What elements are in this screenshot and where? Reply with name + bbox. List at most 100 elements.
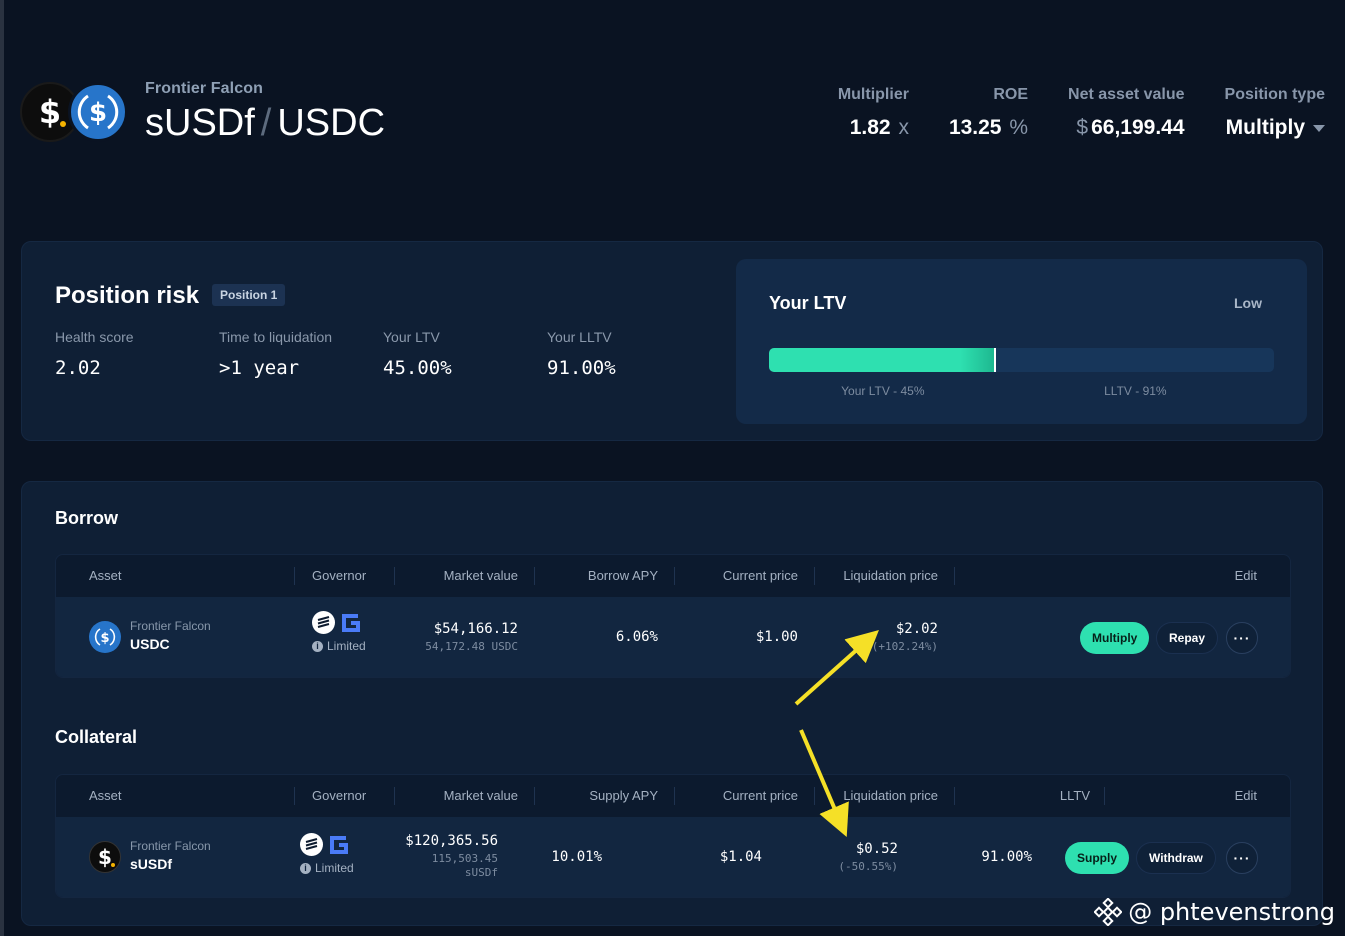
metric-time-to-liquidation: Time to liquidation >1 year — [219, 329, 383, 379]
nav-currency: $ — [1076, 116, 1089, 139]
ltv-marker-label: Your LTV - 45% — [841, 384, 925, 398]
governor-stripes-icon — [312, 611, 335, 634]
multiplier-number: 1.82 — [849, 116, 891, 139]
borrow-section-title: Borrow — [55, 508, 118, 528]
governor-stripes-icon — [300, 833, 323, 856]
asset-name: sUSDf — [130, 856, 173, 872]
multiplier-unit: x — [898, 116, 909, 139]
col-liquidation-price: Liquidation price — [843, 568, 938, 583]
position-type-dropdown[interactable]: Multiply — [1225, 116, 1325, 140]
table-row: $ Frontier Falcon sUSDf i Limited $120,3… — [56, 817, 1290, 897]
watermark: @ phtevenstrong — [1094, 898, 1335, 926]
governor-g-icon — [339, 611, 362, 634]
metric-your-ltv: Your LTV 45.00% — [383, 329, 547, 379]
svg-text:$: $ — [39, 93, 61, 131]
header-divider — [394, 567, 395, 585]
multiply-button[interactable]: Multiply — [1080, 622, 1150, 654]
header-divider — [294, 567, 295, 585]
more-options-button[interactable]: ··· — [1226, 842, 1258, 874]
roe-number: 13.25 — [948, 116, 1002, 139]
liquidation-price-cell: $0.52 (-50.55%) — [838, 841, 898, 873]
metric-label: Health score — [55, 329, 134, 345]
collateral-table: Asset Governor Market value Supply APY C… — [55, 774, 1291, 898]
governor-cell: i Limited — [312, 611, 366, 653]
stat-roe: ROE 13.25 % — [949, 86, 1028, 140]
watermark-handle: @ phtevenstrong — [1128, 898, 1335, 926]
header-divider — [674, 567, 675, 585]
position-risk-title: Position risk — [55, 282, 200, 309]
position-risk-card: Position risk Position 1 Health score 2.… — [21, 241, 1323, 441]
header-divider — [294, 787, 295, 805]
withdraw-button[interactable]: Withdraw — [1136, 842, 1216, 874]
current-price-value: $1.00 — [755, 629, 798, 645]
stat-multiplier-value: 1.82 x — [838, 116, 909, 140]
supply-apy-value: 10.01% — [551, 849, 602, 865]
pair-separator: / — [260, 102, 272, 144]
liquidation-change: (+102.24%) — [871, 640, 938, 653]
stat-roe-value: 13.25 % — [949, 116, 1028, 140]
governor-cell: i Limited — [300, 833, 354, 875]
col-edit: Edit — [1234, 568, 1257, 583]
pair-title-block: Frontier Falcon sUSDf / USDC — [145, 80, 385, 144]
liquidation-change: (-50.55%) — [838, 860, 898, 873]
stat-roe-label: ROE — [993, 86, 1029, 103]
col-current-price: Current price — [722, 788, 798, 803]
governor-status: i Limited — [312, 639, 366, 653]
repay-button[interactable]: Repay — [1156, 622, 1219, 654]
col-market-value: Market value — [443, 568, 518, 583]
roe-unit: % — [1009, 116, 1029, 139]
governor-status-text: Limited — [315, 861, 354, 875]
usdc-icon: $ — [89, 621, 121, 653]
col-current-price: Current price — [722, 568, 798, 583]
metric-value: 2.02 — [55, 357, 101, 379]
liquidation-price: $2.02 — [895, 621, 938, 637]
governor-icons — [312, 611, 366, 634]
supply-button[interactable]: Supply — [1065, 842, 1130, 874]
metric-value: 91.00% — [547, 357, 616, 379]
ltv-progress-bar — [769, 348, 1274, 372]
ltv-risk-level: Low — [1234, 295, 1262, 311]
stat-nav-label: Net asset value — [1068, 86, 1185, 103]
borrow-apy-value: 6.06% — [615, 629, 658, 645]
col-supply-apy: Supply APY — [589, 788, 658, 803]
col-asset: Asset — [89, 788, 122, 803]
liquidation-price-cell: $2.02 (+102.24%) — [872, 621, 938, 653]
more-options-button[interactable]: ··· — [1226, 622, 1258, 654]
protocol-name: Frontier Falcon — [145, 80, 263, 97]
positions-card: Borrow Asset Governor Market value Borro… — [21, 481, 1323, 926]
header-divider — [954, 567, 955, 585]
header-divider — [814, 787, 815, 805]
header-divider — [954, 787, 955, 805]
governor-g-icon — [327, 833, 350, 856]
usdc-logo-icon: $ — [68, 82, 128, 142]
pair-quote: USDC — [277, 102, 386, 144]
market-header: $ $ Frontier Falcon sUSDf / USDC Multiplie… — [20, 80, 1325, 150]
svg-text:$: $ — [89, 98, 107, 128]
header-divider — [534, 567, 535, 585]
chevron-down-icon — [1313, 124, 1325, 132]
market-value-cell: $54,166.12 54,172.48 USDC — [425, 621, 518, 653]
market-value-unit: sUSDf — [464, 866, 498, 879]
col-market-value: Market value — [443, 788, 518, 803]
pair-title: sUSDf / USDC — [145, 102, 385, 144]
asset-name: USDC — [130, 636, 170, 652]
governor-icons — [300, 833, 354, 856]
ltv-panel: Your LTV Low Your LTV - 45% LLTV - 91% — [736, 259, 1307, 424]
stat-position-type[interactable]: Position type Multiply — [1225, 86, 1325, 140]
governor-status: i Limited — [300, 861, 354, 875]
col-governor: Governor — [312, 568, 367, 583]
col-borrow-apy: Borrow APY — [587, 568, 658, 583]
ltv-progress-fill — [769, 348, 997, 372]
market-value-sub: 54,172.48 USDC — [425, 640, 518, 653]
usdc-icon-glyph: $ — [100, 631, 109, 646]
header-divider — [1104, 787, 1105, 805]
governor-status-text: Limited — [327, 639, 366, 653]
header-divider — [674, 787, 675, 805]
stat-multiplier: Multiplier 1.82 x — [838, 86, 909, 140]
current-price-value: $1.04 — [719, 849, 762, 865]
borrow-table-header: Asset Governor Market value Borrow APY C… — [56, 555, 1290, 597]
position-badge: Position 1 — [212, 284, 286, 306]
metric-your-lltv: Your LLTV 91.00% — [547, 329, 711, 379]
susdf-icon: $ — [89, 841, 121, 873]
asset-cell: Frontier Falcon sUSDf — [130, 839, 211, 872]
